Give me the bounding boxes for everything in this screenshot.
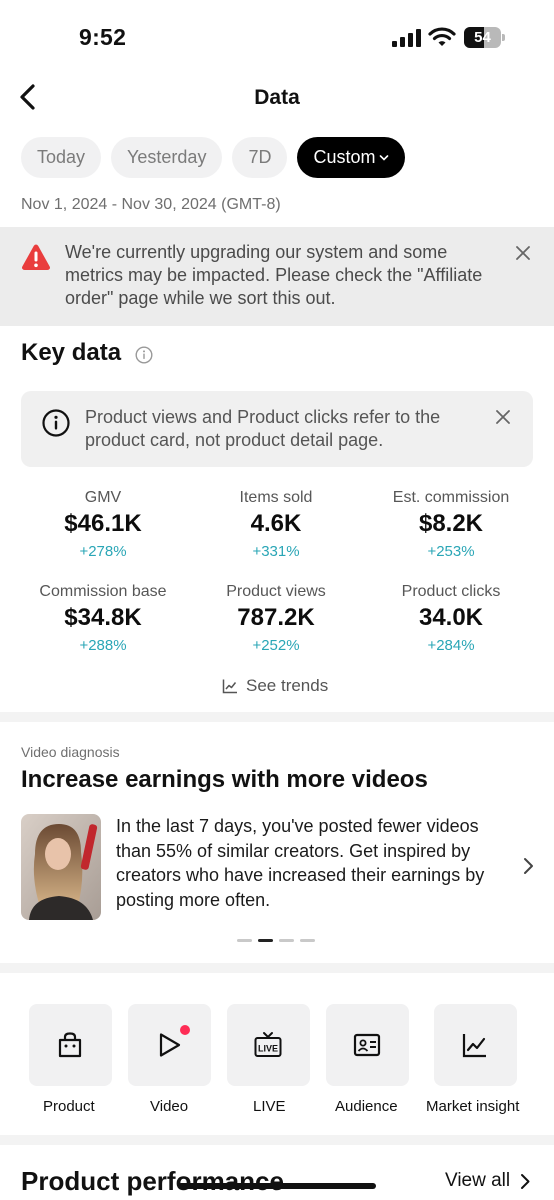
note-text: Product views and Product clicks refer t… xyxy=(85,407,441,450)
metric-change: +252% xyxy=(252,637,300,654)
chevron-right-icon[interactable] xyxy=(521,857,535,875)
filter-chip-yesterday[interactable]: Yesterday xyxy=(111,137,223,178)
metric-change: +331% xyxy=(252,543,300,560)
tool-label: Market insight xyxy=(426,1098,520,1115)
video-diagnosis-title: Increase earnings with more videos xyxy=(21,766,428,793)
metric-change: +278% xyxy=(79,543,127,560)
info-icon[interactable] xyxy=(135,346,153,364)
tool-tile xyxy=(434,1004,517,1086)
creator-thumbnail[interactable] xyxy=(21,814,101,920)
metric-commission-base[interactable]: Commission base $34.8K +288% xyxy=(18,582,188,656)
see-trends-link[interactable]: See trends xyxy=(222,675,328,697)
nav-bar: Data xyxy=(0,74,554,124)
play-icon xyxy=(159,1033,181,1057)
carousel-dot[interactable] xyxy=(300,939,315,942)
metric-est-commission[interactable]: Est. commission $8.2K +253% xyxy=(366,488,536,562)
metric-label: Product views xyxy=(226,583,326,600)
key-data-title: Key data xyxy=(21,339,122,366)
carousel-indicator xyxy=(237,939,315,942)
shopping-bag-icon xyxy=(58,1032,82,1058)
warning-icon xyxy=(22,244,50,270)
page-title: Data xyxy=(254,86,300,109)
battery-icon: 54 xyxy=(464,27,506,48)
section-divider xyxy=(0,963,554,973)
metric-value: $46.1K xyxy=(64,510,142,537)
metric-product-views[interactable]: Product views 787.2K +252% xyxy=(191,582,361,656)
metric-label: Items sold xyxy=(239,489,313,506)
filter-chip-7d[interactable]: 7D xyxy=(232,137,288,178)
status-time: 9:52 xyxy=(79,24,127,50)
metric-value: 4.6K xyxy=(250,510,302,537)
id-card-icon xyxy=(353,1033,381,1057)
carousel-dot[interactable] xyxy=(279,939,294,942)
metric-label: Commission base xyxy=(39,583,167,600)
video-diagnosis-text: In the last 7 days, you've posted fewer … xyxy=(116,816,485,910)
tool-label: LIVE xyxy=(253,1098,286,1115)
date-range: Nov 1, 2024 - Nov 30, 2024 (GMT-8) xyxy=(21,196,281,213)
close-icon[interactable] xyxy=(495,409,511,425)
filter-chip-today[interactable]: Today xyxy=(21,137,102,178)
wifi-icon xyxy=(428,27,456,46)
close-icon[interactable] xyxy=(515,245,531,261)
section-divider xyxy=(0,712,554,722)
tool-label: Product xyxy=(43,1098,95,1115)
system-alert-banner: We're currently upgrading our system and… xyxy=(0,227,554,326)
info-icon xyxy=(42,409,70,437)
svg-text:LIVE: LIVE xyxy=(258,1044,278,1054)
tool-tile: LIVE xyxy=(227,1004,310,1086)
filter-chip-custom[interactable]: Custom xyxy=(297,137,406,178)
metric-label: GMV xyxy=(84,489,122,506)
section-divider xyxy=(0,1135,554,1145)
video-diagnosis-kicker: Video diagnosis xyxy=(21,744,120,760)
carousel-dot[interactable] xyxy=(237,939,252,942)
battery-level: 54 xyxy=(474,29,491,46)
home-indicator xyxy=(178,1183,376,1189)
metric-product-clicks[interactable]: Product clicks 34.0K +284% xyxy=(366,582,536,656)
metric-change: +253% xyxy=(427,543,475,560)
metric-gmv[interactable]: GMV $46.1K +278% xyxy=(18,488,188,562)
view-all-label: View all xyxy=(445,1170,511,1191)
tool-label: Audience xyxy=(335,1098,398,1115)
product-performance-title: Product performance xyxy=(21,1166,284,1196)
metric-change: +288% xyxy=(79,637,127,654)
carousel-dot-active[interactable] xyxy=(258,939,273,942)
creator-photo xyxy=(21,814,101,920)
metric-label: Est. commission xyxy=(392,489,510,506)
chevron-down-icon xyxy=(380,154,389,161)
date-filter-chips: Today Yesterday 7D Custom xyxy=(21,137,406,178)
metric-value: 34.0K xyxy=(418,604,484,631)
metric-change: +284% xyxy=(427,637,475,654)
chevron-right-icon xyxy=(521,1173,530,1189)
alert-message: We're currently upgrading our system and… xyxy=(65,242,483,308)
line-chart-icon xyxy=(462,1034,486,1058)
metric-value: $34.8K xyxy=(64,604,142,631)
tool-tile xyxy=(128,1004,211,1086)
see-trends-label: See trends xyxy=(246,676,329,695)
tool-label: Video xyxy=(150,1098,189,1115)
metric-value: 787.2K xyxy=(237,604,315,631)
filter-chip-custom-label: Custom xyxy=(313,147,376,167)
trend-chart-icon xyxy=(222,679,237,694)
notification-badge xyxy=(180,1025,190,1035)
view-all-link[interactable]: View all xyxy=(445,1170,531,1192)
tool-tile xyxy=(326,1004,409,1086)
metric-label: Product clicks xyxy=(401,583,501,600)
metric-value: $8.2K xyxy=(418,510,484,537)
metric-items-sold[interactable]: Items sold 4.6K +331% xyxy=(191,488,361,562)
live-tv-icon: LIVE xyxy=(254,1032,282,1057)
cellular-signal-icon xyxy=(392,29,421,47)
key-data-note: Product views and Product clicks refer t… xyxy=(21,391,533,467)
tool-tile xyxy=(29,1004,112,1086)
status-bar: 9:52 54 xyxy=(0,0,554,74)
